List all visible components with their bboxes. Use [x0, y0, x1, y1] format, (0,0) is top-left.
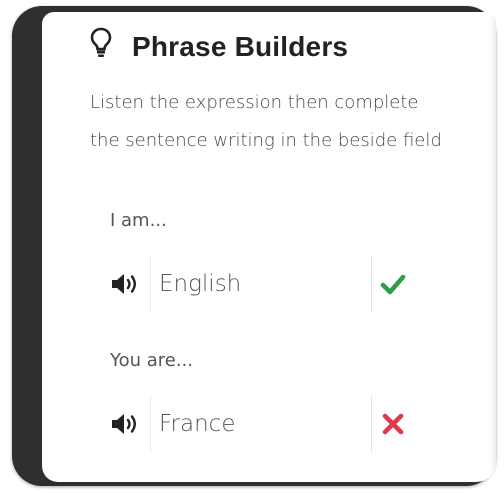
scroll-edge: [490, 12, 496, 482]
instructions-line-2: the sentence writing in the beside field: [90, 130, 442, 151]
exercise-prompt: I am...: [110, 210, 167, 231]
page-title: Phrase Builders: [132, 31, 349, 62]
exercise-prompt: You are...: [110, 350, 194, 371]
instructions-text: Listen the expression then complete the …: [90, 84, 460, 160]
cross-icon: [382, 413, 404, 435]
page-header: Phrase Builders: [90, 22, 348, 72]
app-screen: Phrase Builders Listen the expression th…: [42, 12, 496, 482]
speaker-icon[interactable]: [110, 272, 144, 296]
exercise-row: [110, 256, 406, 312]
device-frame: Phrase Builders Listen the expression th…: [12, 6, 496, 486]
lightbulb-icon: [90, 27, 112, 57]
answer-field: [150, 396, 372, 452]
answer-field: [150, 256, 372, 312]
answer-input[interactable]: [151, 256, 371, 312]
speaker-icon[interactable]: [110, 412, 144, 436]
instructions-line-1: Listen the expression then complete: [90, 92, 419, 113]
checkmark-icon: [380, 274, 406, 295]
exercise-row: [110, 396, 406, 452]
answer-input[interactable]: [151, 396, 371, 452]
